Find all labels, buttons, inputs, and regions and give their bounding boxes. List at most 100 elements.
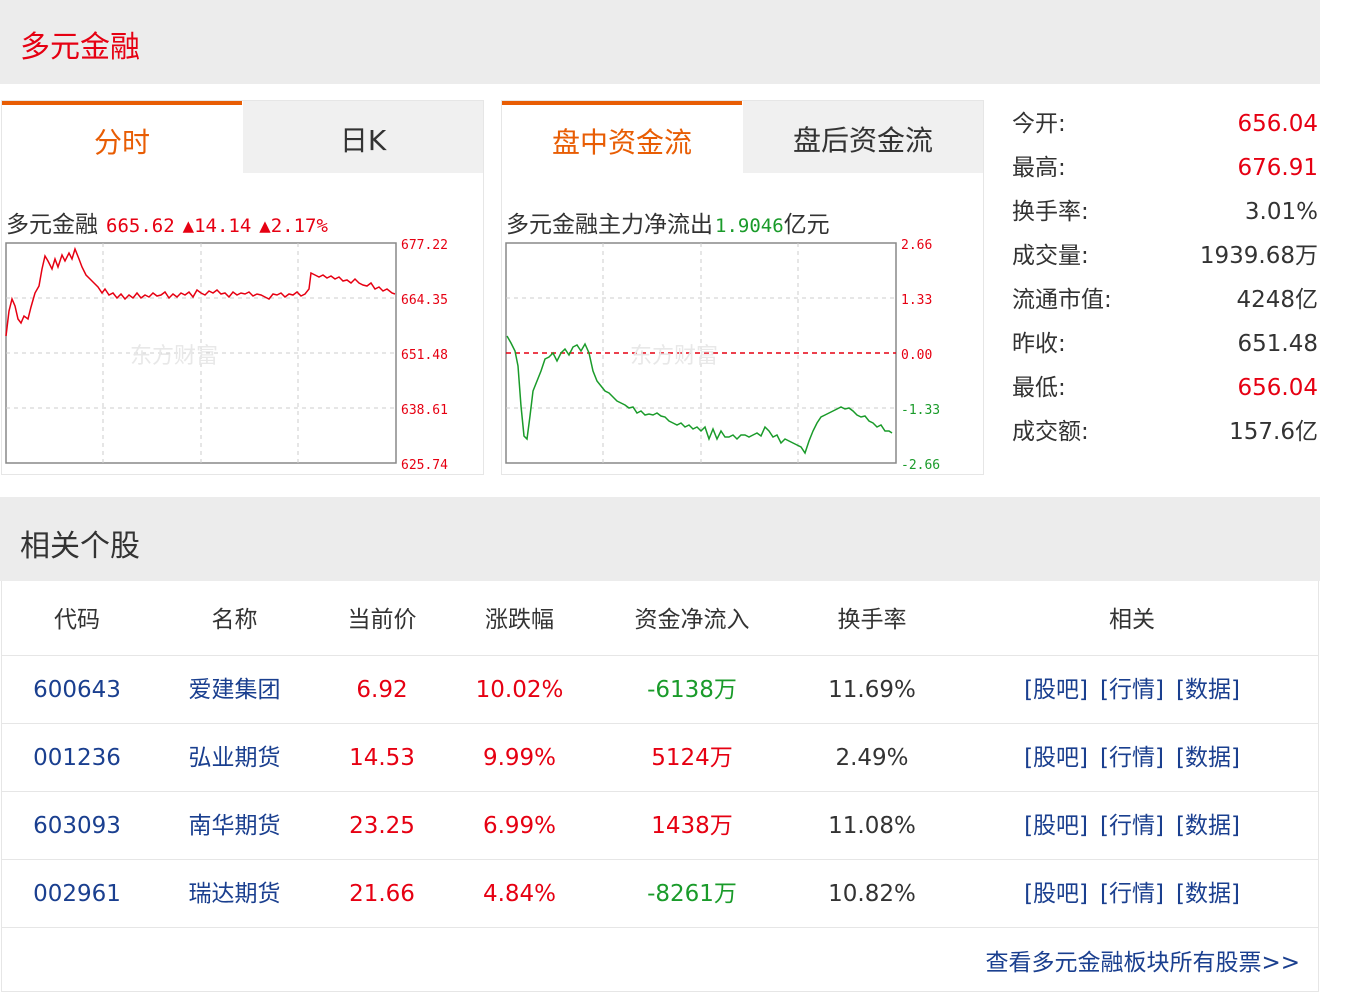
stat-label: 最低: [1012, 375, 1066, 401]
table-row: 600643 爱建集团 6.92 10.02% -6138万 11.69% [股… [2, 656, 1318, 724]
stat-volume: 成交量: 1939.68万 [1012, 234, 1318, 278]
stock-net-inflow: 1438万 [651, 813, 733, 839]
table-header-row: 代码 名称 当前价 涨跌幅 资金净流入 换手率 相关 [2, 586, 1318, 656]
col-header-turnover: 换手率 [837, 607, 907, 633]
price-chart-panel: 分时 日K 多元金融 665.62 ▲14.14 ▲2.17% 东方财富 677.22… [1, 100, 484, 475]
data-link[interactable]: [数据] [1176, 813, 1240, 839]
stock-code-link[interactable]: 603093 [2, 792, 152, 860]
y-tick-4: -1.33 [901, 403, 940, 418]
stat-value: 1939.68万 [1199, 243, 1318, 269]
stock-turnover: 10.82% [828, 881, 916, 907]
stat-value: 4248亿 [1236, 287, 1318, 313]
stock-turnover: 2.49% [835, 745, 909, 771]
stat-market-cap: 流通市值: 4248亿 [1012, 278, 1318, 322]
y-tick-3: 651.48 [401, 348, 448, 363]
intraday-price-chart: 东方财富 677.22 664.35 651.48 638.61 625.74 [5, 238, 448, 473]
stock-code-link[interactable]: 600643 [2, 656, 152, 724]
stock-net-inflow: -8261万 [647, 881, 737, 907]
y-tick-3: 0.00 [901, 348, 932, 363]
quote-link[interactable]: [行情] [1100, 813, 1164, 839]
price-chart-tabs: 分时 日K [2, 101, 483, 173]
related-stocks-header: 相关个股 [0, 497, 1320, 581]
stat-turnover: 换手率: 3.01% [1012, 190, 1318, 234]
guba-link[interactable]: [股吧] [1024, 881, 1088, 907]
stock-name-link[interactable]: 瑞达期货 [157, 860, 312, 928]
flow-y-axis: 2.66 1.33 0.00 -1.33 -2.66 [901, 238, 940, 473]
stock-price: 21.66 [349, 881, 415, 907]
stock-name-link[interactable]: 爱建集团 [157, 656, 312, 724]
tab-intraday[interactable]: 分时 [2, 101, 242, 173]
stat-label: 成交额: [1012, 419, 1089, 445]
stat-label: 最高: [1012, 155, 1066, 181]
y-tick-1: 2.66 [901, 238, 932, 253]
related-stocks-table: 代码 名称 当前价 涨跌幅 资金净流入 换手率 相关 600643 爱建集团 6… [1, 581, 1319, 992]
stock-price: 14.53 [349, 745, 415, 771]
stock-code-link[interactable]: 002961 [2, 860, 152, 928]
stat-open: 今开: 656.04 [1012, 102, 1318, 146]
stock-turnover: 11.69% [828, 677, 916, 703]
col-header-change: 涨跌幅 [485, 607, 554, 633]
stock-code-link[interactable]: 001236 [2, 724, 152, 792]
related-links: [股吧] [行情] [数据] [952, 656, 1312, 724]
table-row: 001236 弘业期货 14.53 9.99% 5124万 2.49% [股吧]… [2, 724, 1318, 792]
stat-label: 流通市值: [1012, 287, 1112, 313]
stat-low: 最低: 656.04 [1012, 366, 1318, 410]
tab-daily-k[interactable]: 日K [243, 101, 483, 173]
stock-name-link[interactable]: 弘业期货 [157, 724, 312, 792]
stock-name-link[interactable]: 南华期货 [157, 792, 312, 860]
stat-value: 676.91 [1237, 155, 1318, 181]
y-tick-2: 1.33 [901, 293, 932, 308]
price-y-axis: 677.22 664.35 651.48 638.61 625.74 [401, 238, 448, 473]
data-link[interactable]: [数据] [1176, 745, 1240, 771]
stock-change-pct: 4.84% [482, 881, 557, 907]
related-links: [股吧] [行情] [数据] [952, 792, 1312, 860]
stock-net-inflow: 5124万 [651, 745, 733, 771]
tab-intraday-flow[interactable]: 盘中资金流 [502, 101, 742, 173]
stat-high: 最高: 676.91 [1012, 146, 1318, 190]
guba-link[interactable]: [股吧] [1024, 813, 1088, 839]
data-link[interactable]: [数据] [1176, 881, 1240, 907]
quote-stats: 今开: 656.04 最高: 676.91 换手率: 3.01% 成交量: 1939.6… [1012, 102, 1318, 454]
y-tick-4: 638.61 [401, 403, 448, 418]
stat-label: 昨收: [1012, 331, 1066, 357]
guba-link[interactable]: [股吧] [1024, 677, 1088, 703]
col-header-related: 相关 [1109, 607, 1155, 633]
stock-change-pct: 10.02% [475, 677, 564, 703]
stat-value: 656.04 [1237, 375, 1318, 401]
stat-label: 成交量: [1012, 243, 1089, 269]
related-links: [股吧] [行情] [数据] [952, 724, 1312, 792]
col-header-name: 名称 [211, 607, 258, 633]
quote-link[interactable]: [行情] [1100, 677, 1164, 703]
watermark: 东方财富 [630, 344, 718, 369]
money-flow-panel: 盘中资金流 盘后资金流 多元金融主力净流出 1.9046亿元 东方财富 2.66 … [501, 100, 984, 475]
table-row: 603093 南华期货 23.25 6.99% 1438万 11.08% [股吧… [2, 792, 1318, 860]
money-flow-chart: 东方财富 2.66 1.33 0.00 -1.33 -2.66 [505, 238, 940, 473]
view-all-stocks-link[interactable]: 查看多元金融板块所有股票>> [985, 943, 1300, 977]
stock-price: 6.92 [356, 677, 408, 703]
quote-link[interactable]: [行情] [1100, 881, 1164, 907]
stock-change-pct: 6.99% [482, 813, 557, 839]
col-header-code: 代码 [54, 607, 100, 633]
table-row: 002961 瑞达期货 21.66 4.84% -8261万 10.82% [股… [2, 860, 1318, 928]
quote-link[interactable]: [行情] [1100, 745, 1164, 771]
y-tick-5: 625.74 [401, 458, 448, 473]
guba-link[interactable]: [股吧] [1024, 745, 1088, 771]
col-header-price: 当前价 [347, 607, 417, 633]
stock-turnover: 11.08% [828, 813, 916, 839]
stat-value: 656.04 [1237, 111, 1318, 137]
y-tick-5: -2.66 [901, 458, 940, 473]
stat-label: 今开: [1012, 111, 1066, 137]
stat-prev-close: 昨收: 651.48 [1012, 322, 1318, 366]
stat-amount: 成交额: 157.6亿 [1012, 410, 1318, 454]
stat-value: 3.01% [1244, 199, 1318, 225]
stock-change-pct: 9.99% [482, 745, 557, 771]
data-link[interactable]: [数据] [1176, 677, 1240, 703]
page-title: 多元金融 [20, 30, 140, 65]
stat-value: 157.6亿 [1229, 419, 1318, 445]
stat-value: 651.48 [1237, 331, 1318, 357]
stock-net-inflow: -6138万 [647, 677, 737, 703]
watermark: 东方财富 [130, 344, 218, 369]
y-tick-1: 677.22 [401, 238, 448, 253]
y-tick-2: 664.35 [401, 293, 448, 308]
tab-after-hours-flow[interactable]: 盘后资金流 [743, 101, 983, 173]
